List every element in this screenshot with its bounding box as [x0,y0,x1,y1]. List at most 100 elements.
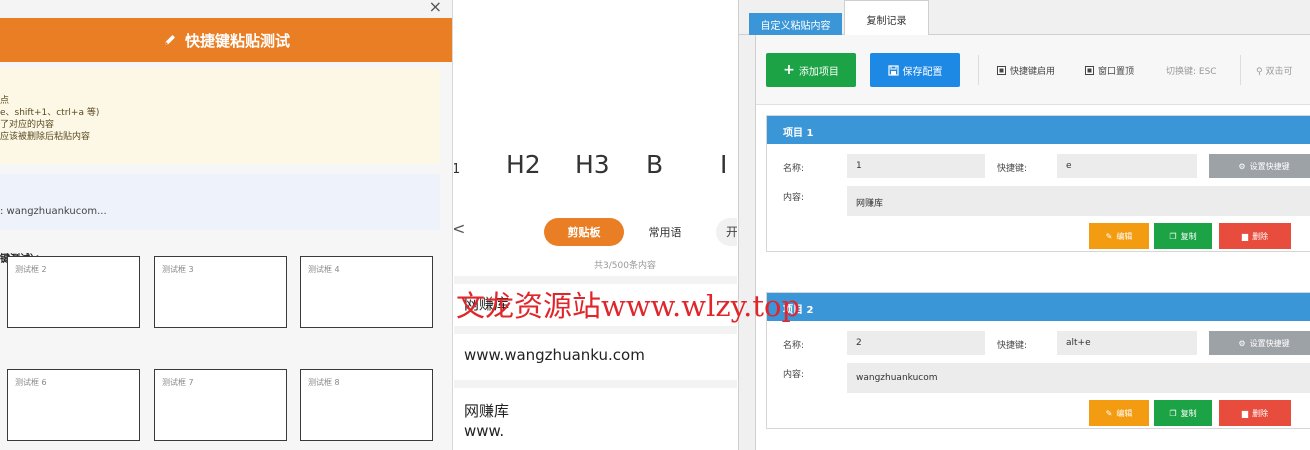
clipboard-icon: ❐ [1169,231,1177,241]
test-box-8[interactable]: 测试框 8 [300,369,433,441]
test-box-label: 测试框 6 [15,378,47,387]
location-pin-icon: ⚲ [1256,67,1263,77]
set-hotkey-button[interactable]: ⚙ 设置快捷键 [1209,154,1310,178]
edit-button[interactable]: ✎ 编辑 [1089,400,1149,426]
clipboard-app: 1 H2 H3 B I < 剪贴板 常用语 开 共3/500条内容 网赚库 ww… [454,0,737,450]
test-box-label: 测试框 2 [15,265,47,274]
name-field[interactable]: 1 [847,154,985,178]
pencil-icon: ✎ [1105,408,1113,418]
item-card-title: 项目 1 [767,116,1310,144]
clipboard-item-text: 网赚库 [464,402,510,420]
info-box: : wangzhuankucom... [0,174,440,230]
format-toolbar: 1 H2 H3 B I [454,138,737,188]
tab-common-phrases[interactable]: 常用语 [624,218,706,246]
save-config-button[interactable]: 保存配置 [870,53,960,87]
dblclick-hint-text: 双击可 [1265,67,1293,77]
copy-button[interactable]: ❐ 复制 [1154,223,1212,249]
hotkey-enable-checkbox[interactable]: 快捷键启用 [997,64,1055,77]
dialog-titlebar: × [0,0,452,18]
clipboard-icon: ❐ [1169,408,1177,418]
delete-button[interactable]: ▆ 删除 [1219,223,1291,249]
close-icon[interactable]: × [429,0,442,16]
clipboard-item-text: www. [464,422,505,440]
hotkey-label: 快捷键: [997,164,1028,174]
divider [1240,55,1241,85]
save-config-label: 保存配置 [902,66,943,78]
save-icon [887,64,899,76]
set-hotkey-label: 设置快捷键 [1249,338,1290,348]
test-box-label: 测试框 8 [308,378,340,387]
content-label: 内容: [783,193,805,203]
checkbox-icon [1085,66,1094,75]
hotkey-enable-label: 快捷键启用 [1010,67,1056,77]
content-label: 内容: [783,370,805,380]
config-toolbar: + 添加项目 保存配置 快捷键启用 窗口置顶 切换键: ESC ⚲ 双击可 [756,35,1310,105]
tab-custom-paste[interactable]: 自定义粘贴内容 [749,13,842,35]
edit-button[interactable]: ✎ 编辑 [1089,223,1149,249]
gear-icon: ⚙ [1238,338,1246,348]
bold-button[interactable]: B [646,150,663,179]
delete-button[interactable]: ▆ 删除 [1219,400,1291,426]
test-box-7[interactable]: 测试框 7 [154,369,287,441]
trash-icon: ▆ [1241,408,1249,418]
add-item-label: 添加项目 [798,66,839,78]
toggle-key-hint: 切换键: ESC [1166,67,1217,77]
copy-button[interactable]: ❐ 复制 [1154,400,1212,426]
italic-button[interactable]: I [720,150,727,179]
test-box-label: 测试框 7 [162,378,194,387]
edit-label: 编辑 [1116,231,1133,241]
test-box-6[interactable]: 测试框 6 [7,369,140,441]
delete-label: 删除 [1252,231,1269,241]
item-card-title: 项目 2 [767,293,1310,321]
tab-clipboard[interactable]: 剪贴板 [544,218,624,246]
tips-box: 点 e、shift+1、ctrl+a 等) 了对应的内容 应该被删除后粘贴内容 [0,68,440,164]
test-box-2[interactable]: 测试框 2 [7,256,140,328]
tip-line: 点 [0,96,10,106]
dialog-header: 快捷键粘贴测试 [0,18,452,62]
dialog-title: 快捷键粘贴测试 [184,31,290,50]
heading-3-button[interactable]: H3 [575,150,610,179]
pin-window-label: 窗口置顶 [1098,67,1135,77]
info-text: : wangzhuankucom... [0,206,107,217]
heading-1-button[interactable]: 1 [454,150,460,179]
tip-line: 了对应的内容 [0,120,55,130]
back-icon[interactable]: < [454,219,465,238]
tab-copy-history[interactable]: 复制记录 [844,0,929,35]
set-hotkey-button[interactable]: ⚙ 设置快捷键 [1209,331,1310,355]
hotkey-label: 快捷键: [997,341,1028,351]
divider [454,380,737,388]
clipboard-item[interactable]: 网赚库 www. [454,388,737,450]
hotkey-field[interactable]: e [1057,154,1197,178]
pin-window-checkbox[interactable]: 窗口置顶 [1085,64,1134,77]
watermark-text: 文龙资源站www.wlzy.top [456,289,801,323]
pencil-icon: ✎ [1105,231,1113,241]
gear-icon: ⚙ [1238,161,1246,171]
edit-label: 编辑 [1116,408,1133,418]
heading-2-button[interactable]: H2 [506,150,541,179]
config-panel: 自定义粘贴内容 复制记录 + 添加项目 保存配置 快捷键启用 窗口置顶 切换键:… [738,0,1310,450]
divider [978,55,979,85]
test-box-3[interactable]: 测试框 3 [154,256,287,328]
checkbox-icon [997,66,1006,75]
content-field[interactable]: 网赚库 [847,186,1310,216]
dblclick-hint: ⚲ 双击可 [1256,64,1292,77]
name-label: 名称: [783,341,805,351]
config-content: + 添加项目 保存配置 快捷键启用 窗口置顶 切换键: ESC ⚲ 双击可 项目… [755,35,1310,450]
panel-tabs: 自定义粘贴内容 复制记录 [739,0,1310,35]
clipboard-item-text: www.wangzhuanku.com [464,346,645,364]
pencil-icon [164,35,175,45]
add-item-button[interactable]: + 添加项目 [766,53,856,87]
content-field[interactable]: wangzhuankucom [847,363,1310,393]
clipboard-item[interactable]: www.wangzhuanku.com [454,334,737,380]
copy-label: 复制 [1180,408,1197,418]
set-hotkey-label: 设置快捷键 [1249,161,1290,171]
hotkey-field[interactable]: alt+e [1057,331,1197,355]
item-card-1: 项目 1 名称: 1 快捷键: e ⚙ 设置快捷键 内容: 网赚库 ✎ 编辑 ❐… [766,115,1310,252]
name-field[interactable]: 2 [847,331,985,355]
tip-line: e、shift+1、ctrl+a 等) [0,108,100,118]
delete-label: 删除 [1252,408,1269,418]
item-card-2: 项目 2 名称: 2 快捷键: alt+e ⚙ 设置快捷键 内容: wangzh… [766,292,1310,429]
tip-line: 应该被删除后粘贴内容 [0,132,91,142]
test-box-4[interactable]: 测试框 4 [300,256,433,328]
tab-partial[interactable]: 开 [716,218,737,246]
